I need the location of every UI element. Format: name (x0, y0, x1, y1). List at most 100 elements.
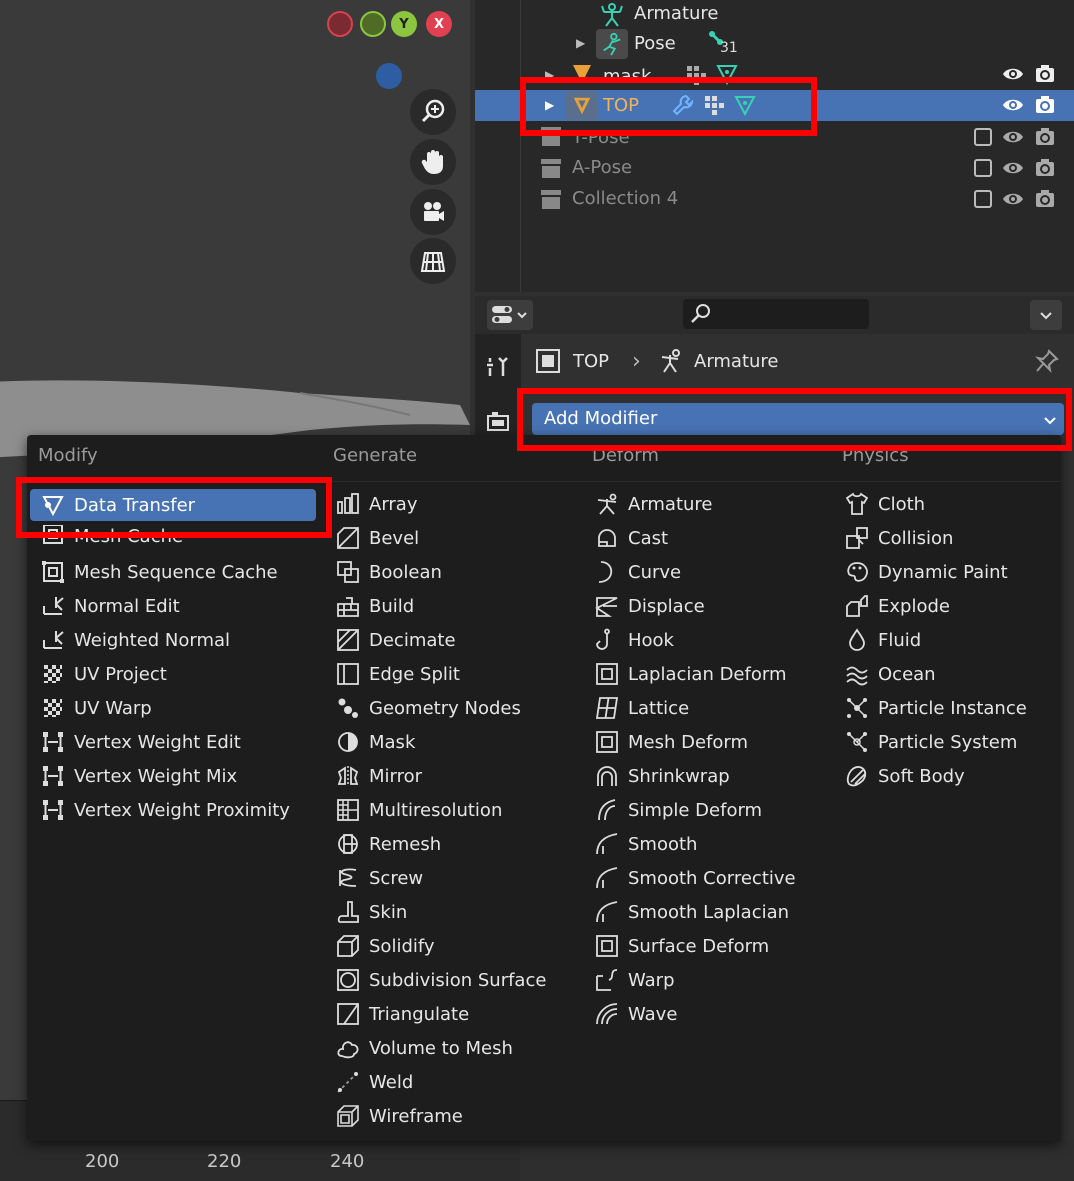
menu-item-cast[interactable]: Cast (594, 522, 668, 554)
editor-type-button[interactable] (487, 300, 533, 330)
eye-icon[interactable] (1002, 94, 1024, 116)
menu-item-laplacian-deform[interactable]: Laplacian Deform (594, 658, 786, 690)
hook-icon (596, 628, 610, 650)
menu-item-cloth[interactable]: Cloth (844, 488, 925, 520)
menu-item-shrinkwrap[interactable]: Shrinkwrap (594, 760, 730, 792)
menu-item-data-transfer[interactable]: Data Transfer (30, 489, 316, 521)
gizmo-y-label: Y (399, 16, 409, 32)
menu-item-soft-body[interactable]: Soft Body (844, 760, 965, 792)
gizmo-z-icon[interactable] (376, 63, 402, 89)
menu-item-simple-deform[interactable]: Simple Deform (594, 794, 762, 826)
geometry-nodes-icon (338, 698, 358, 718)
menu-item-build[interactable]: Build (335, 590, 414, 622)
menu-item-surface-deform[interactable]: Surface Deform (594, 930, 769, 962)
menu-item-lattice[interactable]: Lattice (594, 692, 689, 724)
menu-item-explode[interactable]: Explode (844, 590, 950, 622)
outliner-row-collection-4[interactable]: Collection 4 (475, 184, 1074, 215)
menu-item-multiresolution[interactable]: Multiresolution (335, 794, 502, 826)
render-camera-icon[interactable] (1034, 157, 1056, 179)
render-properties-icon[interactable] (485, 408, 511, 434)
menu-item-warp[interactable]: Warp (594, 964, 675, 996)
menu-item-curve[interactable]: Curve (594, 556, 681, 588)
gizmo-neg-x-icon[interactable] (327, 11, 353, 37)
pan-button[interactable] (410, 139, 456, 185)
menu-item-remesh[interactable]: Remesh (335, 828, 441, 860)
expand-arrow-icon[interactable]: ▶ (545, 68, 554, 82)
menu-item-vertex-weight-proximity[interactable]: Vertex Weight Proximity (40, 794, 290, 826)
gizmo-y-icon[interactable]: Y (391, 11, 417, 37)
zoom-button[interactable] (410, 89, 456, 135)
menu-item-weld[interactable]: Weld (335, 1066, 413, 1098)
render-camera-icon[interactable] (1034, 188, 1056, 210)
exclude-checkbox[interactable] (974, 190, 992, 208)
menu-item-smooth-laplacian[interactable]: Smooth Laplacian (594, 896, 789, 928)
pin-icon[interactable] (1035, 349, 1059, 373)
menu-item-weighted-normal[interactable]: Weighted Normal (40, 624, 230, 656)
outliner-row-top[interactable]: ▶ TOP (475, 90, 1074, 121)
menu-item-dynamic-paint[interactable]: Dynamic Paint (844, 556, 1008, 588)
add-modifier-label: Add Modifier (544, 408, 658, 429)
gizmo-neg-y-icon[interactable] (360, 11, 386, 37)
eye-icon[interactable] (1002, 126, 1024, 148)
menu-item-particle-system[interactable]: Particle System (844, 726, 1017, 758)
menu-item-triangulate[interactable]: Triangulate (335, 998, 469, 1030)
render-camera-icon[interactable] (1034, 63, 1056, 85)
menu-item-fluid[interactable]: Fluid (844, 624, 921, 656)
menu-item-smooth-corrective[interactable]: Smooth Corrective (594, 862, 796, 894)
menu-item-subdivision-surface[interactable]: Subdivision Surface (335, 964, 546, 996)
expand-arrow-icon[interactable]: ▶ (545, 98, 554, 112)
tool-settings-icon[interactable] (485, 354, 511, 380)
menu-item-mesh-sequence-cache[interactable]: Mesh Sequence Cache (40, 556, 278, 588)
menu-item-geometry-nodes[interactable]: Geometry Nodes (335, 692, 521, 724)
menu-item-collision[interactable]: Collision (844, 522, 953, 554)
menu-item-skin[interactable]: Skin (335, 896, 407, 928)
outliner-row-mask[interactable]: ▶ mask (475, 58, 1074, 88)
menu-item-wave[interactable]: Wave (594, 998, 677, 1030)
menu-item-vertex-weight-mix[interactable]: Vertex Weight Mix (40, 760, 237, 792)
menu-item-mask[interactable]: Mask (335, 726, 415, 758)
outliner-row-pose[interactable]: ▶ Pose 31 (475, 29, 1074, 60)
timeline-tick: 200 (85, 1151, 120, 1172)
mask-icon (338, 732, 358, 752)
options-dropdown-button[interactable] (1030, 300, 1062, 330)
menu-item-screw[interactable]: Screw (335, 862, 423, 894)
menu-item-volume-to-mesh[interactable]: Volume to Mesh (335, 1032, 513, 1064)
menu-item-particle-instance[interactable]: Particle Instance (844, 692, 1027, 724)
menu-item-displace[interactable]: Displace (594, 590, 705, 622)
eye-icon[interactable] (1002, 63, 1024, 85)
menu-item-normal-edit[interactable]: Normal Edit (40, 590, 180, 622)
menu-item-mesh-cache[interactable]: Mesh Cache (40, 525, 183, 547)
menu-item-hook[interactable]: Hook (594, 624, 674, 656)
menu-item-uv-project[interactable]: UV Project (40, 658, 167, 690)
camera-view-button[interactable] (410, 189, 456, 235)
menu-item-ocean[interactable]: Ocean (844, 658, 936, 690)
menu-item-boolean[interactable]: Boolean (335, 556, 442, 588)
exclude-checkbox[interactable] (974, 128, 992, 146)
eye-icon[interactable] (1002, 157, 1024, 179)
gizmo-x-icon[interactable]: X (426, 11, 452, 37)
menu-item-edge-split[interactable]: Edge Split (335, 658, 460, 690)
search-input[interactable] (683, 299, 869, 329)
outliner-row-a-pose[interactable]: A-Pose (475, 153, 1074, 184)
menu-item-mesh-deform[interactable]: Mesh Deform (594, 726, 748, 758)
menu-item-vertex-weight-edit[interactable]: Vertex Weight Edit (40, 726, 241, 758)
orthographic-toggle-button[interactable] (410, 238, 456, 284)
menu-item-smooth[interactable]: Smooth (594, 828, 697, 860)
menu-item-uv-warp[interactable]: UV Warp (40, 692, 152, 724)
render-camera-icon[interactable] (1034, 126, 1056, 148)
render-camera-icon[interactable] (1034, 94, 1056, 116)
exclude-checkbox[interactable] (974, 159, 992, 177)
outliner-row-armature[interactable]: Armature (475, 0, 1074, 31)
menu-item-decimate[interactable]: Decimate (335, 624, 456, 656)
menu-item-solidify[interactable]: Solidify (335, 930, 435, 962)
outliner-panel[interactable]: Armature ▶ Pose 31 ▶ mask ▶ TOP T-Pose A… (475, 0, 1074, 292)
menu-item-armature[interactable]: Armature (594, 488, 713, 520)
menu-item-bevel[interactable]: Bevel (335, 522, 419, 554)
menu-item-wireframe[interactable]: Wireframe (335, 1100, 463, 1132)
add-modifier-dropdown[interactable]: Add Modifier (532, 403, 1064, 435)
menu-item-array[interactable]: Array (335, 488, 417, 520)
eye-icon[interactable] (1002, 188, 1024, 210)
menu-item-mirror[interactable]: Mirror (335, 760, 422, 792)
wrench-icon (672, 94, 694, 116)
expand-arrow-icon[interactable]: ▶ (576, 36, 585, 50)
